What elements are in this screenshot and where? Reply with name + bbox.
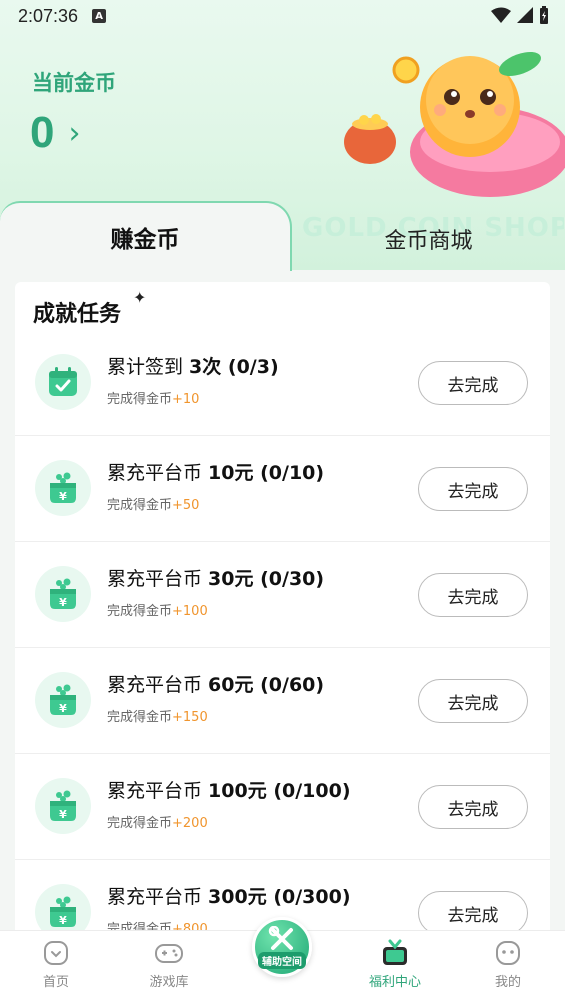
coin-wallet-icon: ¥ — [35, 778, 91, 834]
tab-earn-coins[interactable]: 赚金币 — [0, 201, 292, 271]
calendar-check-icon — [35, 354, 91, 410]
wifi-icon — [491, 7, 511, 23]
signal-icon — [517, 7, 533, 23]
task-item: 累计签到 3次 (0/3) 完成得金币+10 去完成 — [15, 330, 550, 436]
tab-earn-coins-label: 赚金币 — [111, 220, 180, 254]
gift-tv-icon — [383, 939, 407, 965]
coin-balance[interactable]: 0 › — [30, 108, 80, 158]
home-icon — [44, 941, 68, 965]
face-icon — [496, 941, 520, 965]
nav-welfare[interactable]: 福利中心 — [355, 939, 435, 990]
status-bar: 2:07:36 A — [0, 0, 565, 32]
go-complete-button[interactable]: 去完成 — [418, 891, 528, 935]
nav-home[interactable]: 首页 — [16, 939, 96, 990]
task-reward: 完成得金币+200 — [107, 816, 208, 831]
task-item: ¥ 累充平台币 10元 (0/10) 完成得金币+50 去完成 — [15, 436, 550, 542]
go-complete-button[interactable]: 去完成 — [418, 361, 528, 405]
nav-assist-label: 辅助空间 — [258, 951, 306, 969]
task-name: 累充平台币 30元 (0/30) — [107, 568, 325, 590]
svg-text:¥: ¥ — [59, 914, 67, 927]
nav-welfare-label: 福利中心 — [368, 975, 421, 990]
svg-text:¥: ¥ — [59, 808, 67, 821]
coin-wallet-icon: ¥ — [35, 460, 91, 516]
task-name: 累充平台币 10元 (0/10) — [107, 462, 325, 484]
nav-home-label: 首页 — [42, 975, 69, 990]
nav-mine[interactable]: 我的 — [468, 939, 548, 990]
gamepad-icon — [155, 944, 183, 963]
battery-icon — [540, 6, 548, 24]
task-reward: 完成得金币+10 — [107, 392, 200, 407]
task-name: 累充平台币 300元 (0/300) — [107, 886, 351, 908]
achievement-card: 成就任务 ✦ 累计签到 3次 (0/3) 完成得金币+10 去完成 ¥ 累充平台… — [15, 282, 550, 942]
task-reward: 完成得金币+150 — [107, 710, 208, 725]
mascot-illustration — [344, 51, 565, 197]
go-complete-button[interactable]: 去完成 — [418, 467, 528, 511]
status-icons — [491, 6, 549, 24]
tools-icon — [268, 925, 293, 950]
nav-games-label: 游戏库 — [149, 975, 189, 990]
task-name: 累充平台币 100元 (0/100) — [107, 780, 351, 802]
task-item: ¥ 累充平台币 100元 (0/100) 完成得金币+200 去完成 — [15, 754, 550, 860]
tab-coin-shop[interactable]: GOLD COIN SHOP 金币商城 — [292, 209, 565, 269]
task-item: ¥ 累充平台币 30元 (0/30) 完成得金币+100 去完成 — [15, 542, 550, 648]
task-name: 累充平台币 60元 (0/60) — [107, 674, 325, 696]
svg-text:¥: ¥ — [59, 702, 67, 715]
current-coins-title: 当前金币 — [32, 71, 116, 95]
tab-bar: 赚金币 GOLD COIN SHOP 金币商城 — [0, 201, 565, 271]
section-title: 成就任务 — [33, 296, 122, 328]
svg-text:¥: ¥ — [59, 490, 67, 503]
nav-mine-label: 我的 — [494, 975, 521, 990]
bottom-nav: 首页 游戏库 辅助空间 福利中心 我的 — [0, 917, 565, 1004]
svg-text:¥: ¥ — [59, 596, 67, 609]
nav-assist-space[interactable]: 辅助空间 — [252, 917, 312, 977]
coin-wallet-icon: ¥ — [35, 566, 91, 622]
task-reward: 完成得金币+50 — [107, 498, 200, 513]
sparkle-icon: ✦ — [133, 288, 147, 307]
task-item: ¥ 累充平台币 60元 (0/60) 完成得金币+150 去完成 — [15, 648, 550, 754]
task-reward: 完成得金币+100 — [107, 604, 208, 619]
coin-wallet-icon: ¥ — [35, 672, 91, 728]
coin-balance-value: 0 — [30, 108, 55, 157]
a-badge-icon: A — [92, 9, 107, 23]
tab-coin-shop-label: 金币商城 — [384, 229, 473, 254]
go-complete-button[interactable]: 去完成 — [418, 785, 528, 829]
go-complete-button[interactable]: 去完成 — [418, 573, 528, 617]
go-complete-button[interactable]: 去完成 — [418, 679, 528, 723]
task-name: 累计签到 3次 (0/3) — [107, 356, 279, 378]
nav-games[interactable]: 游戏库 — [129, 939, 209, 990]
chevron-right-icon: › — [68, 115, 81, 151]
status-time: 2:07:36 — [18, 5, 79, 26]
